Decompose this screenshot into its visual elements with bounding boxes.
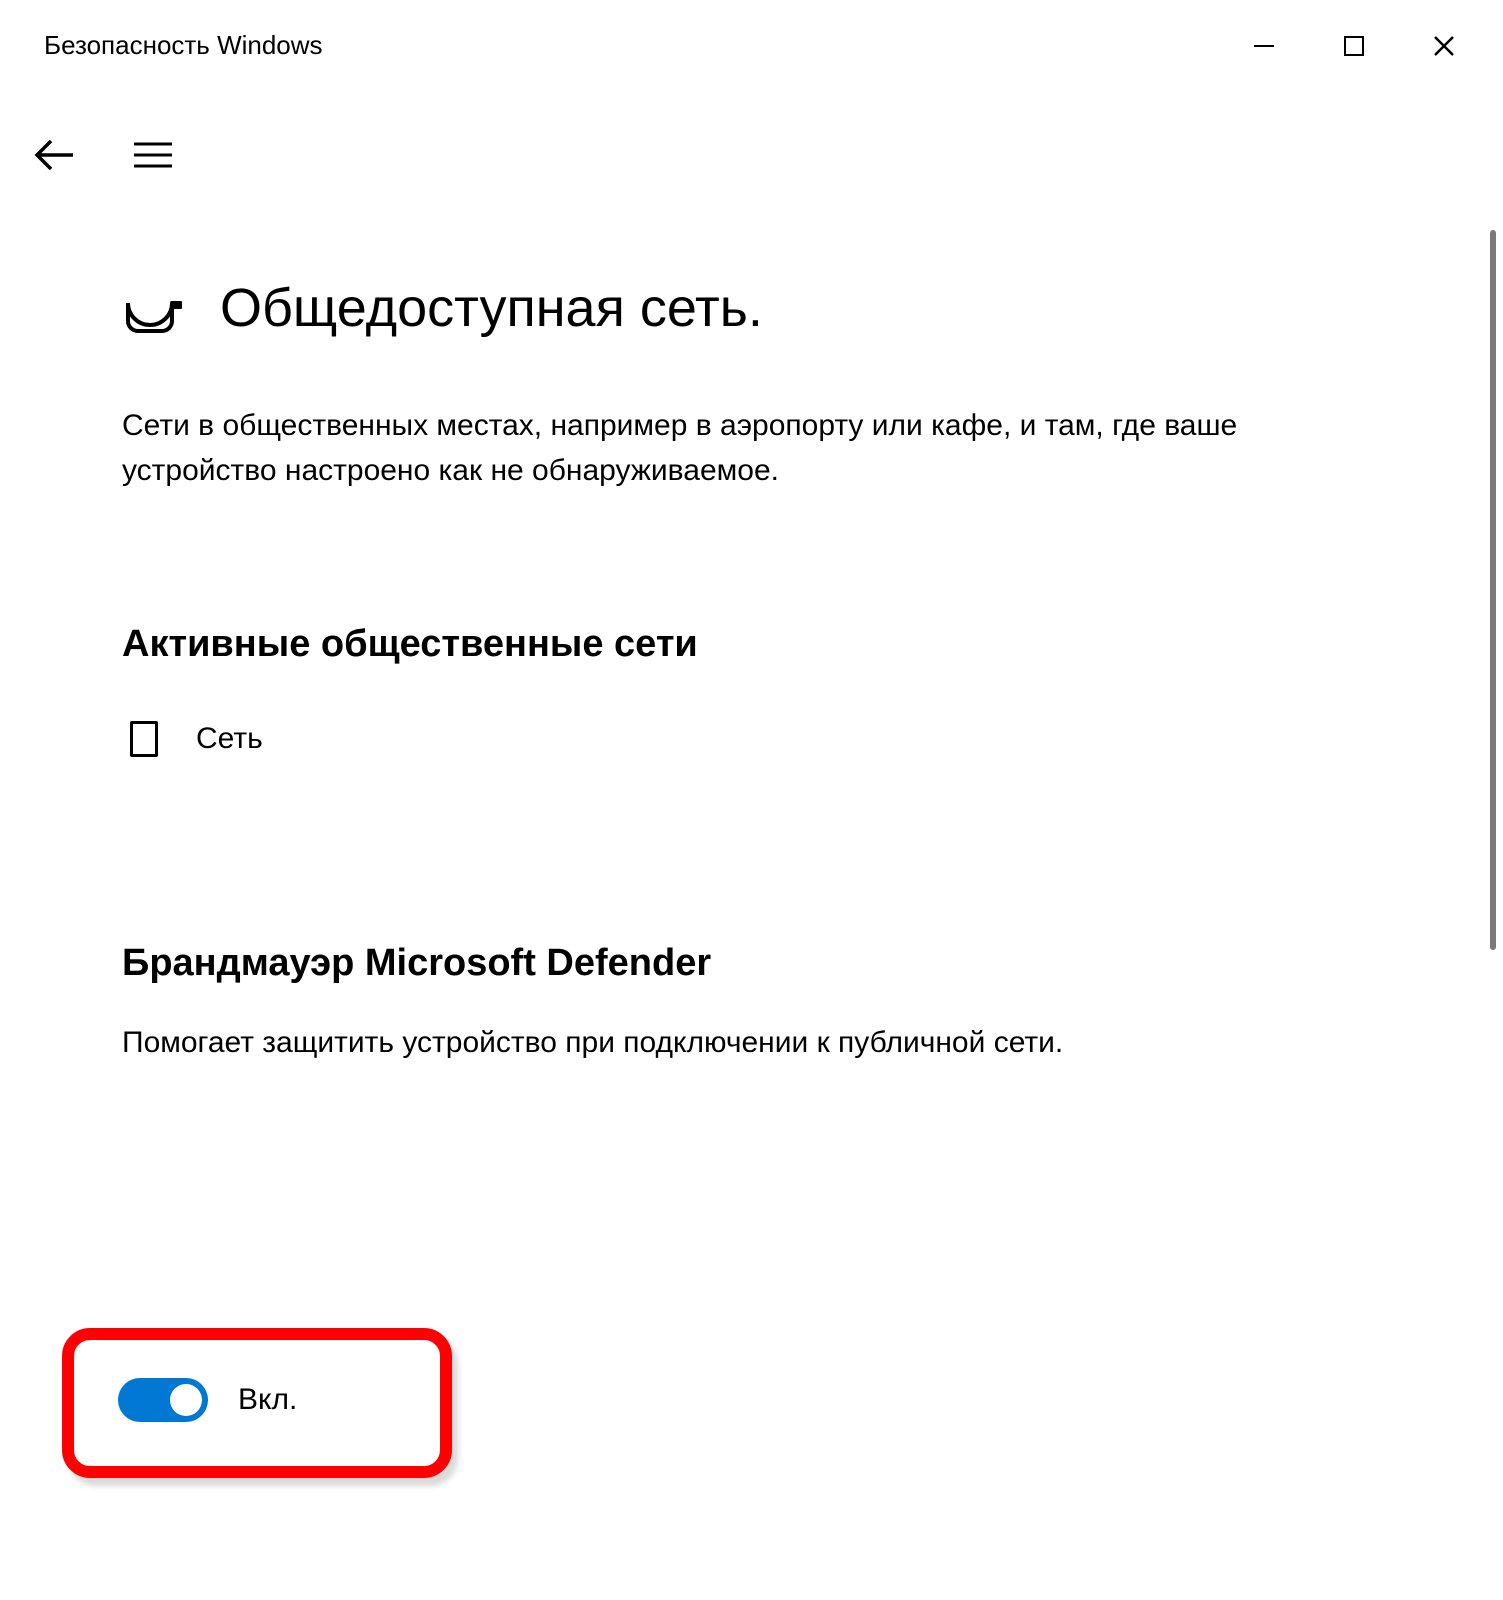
maximize-button[interactable]	[1309, 21, 1399, 71]
scrollbar[interactable]	[1490, 230, 1496, 950]
network-device-icon	[130, 721, 158, 757]
titlebar: Безопасность Windows	[0, 0, 1503, 75]
active-networks-heading: Активные общественные сети	[122, 623, 1340, 666]
nav-bar	[0, 75, 1503, 180]
main-content: Общедоступная сеть. Сети в общественных …	[0, 180, 1400, 1065]
window-controls	[1219, 21, 1489, 71]
close-button[interactable]	[1399, 21, 1489, 71]
firewall-heading: Брандмауэр Microsoft Defender	[122, 942, 1340, 985]
hamburger-icon	[134, 141, 172, 169]
network-name: Сеть	[196, 722, 263, 756]
public-network-icon	[122, 279, 182, 339]
minimize-icon	[1254, 36, 1274, 56]
close-icon	[1434, 36, 1454, 56]
page-description: Сети в общественных местах, например в а…	[122, 403, 1340, 493]
firewall-description: Помогает защитить устройство при подключ…	[122, 1020, 1340, 1065]
maximize-icon	[1344, 36, 1364, 56]
back-arrow-icon	[33, 133, 77, 177]
firewall-toggle-container: Вкл.	[118, 1378, 297, 1422]
firewall-toggle[interactable]	[118, 1378, 208, 1422]
back-button[interactable]	[30, 130, 80, 180]
toggle-knob	[170, 1384, 202, 1416]
minimize-button[interactable]	[1219, 21, 1309, 71]
firewall-toggle-label: Вкл.	[238, 1383, 297, 1417]
network-item[interactable]: Сеть	[130, 721, 1340, 757]
page-title: Общедоступная сеть.	[220, 275, 763, 343]
window-title: Безопасность Windows	[44, 30, 323, 61]
page-header: Общедоступная сеть.	[122, 275, 1340, 343]
menu-button[interactable]	[128, 130, 178, 180]
